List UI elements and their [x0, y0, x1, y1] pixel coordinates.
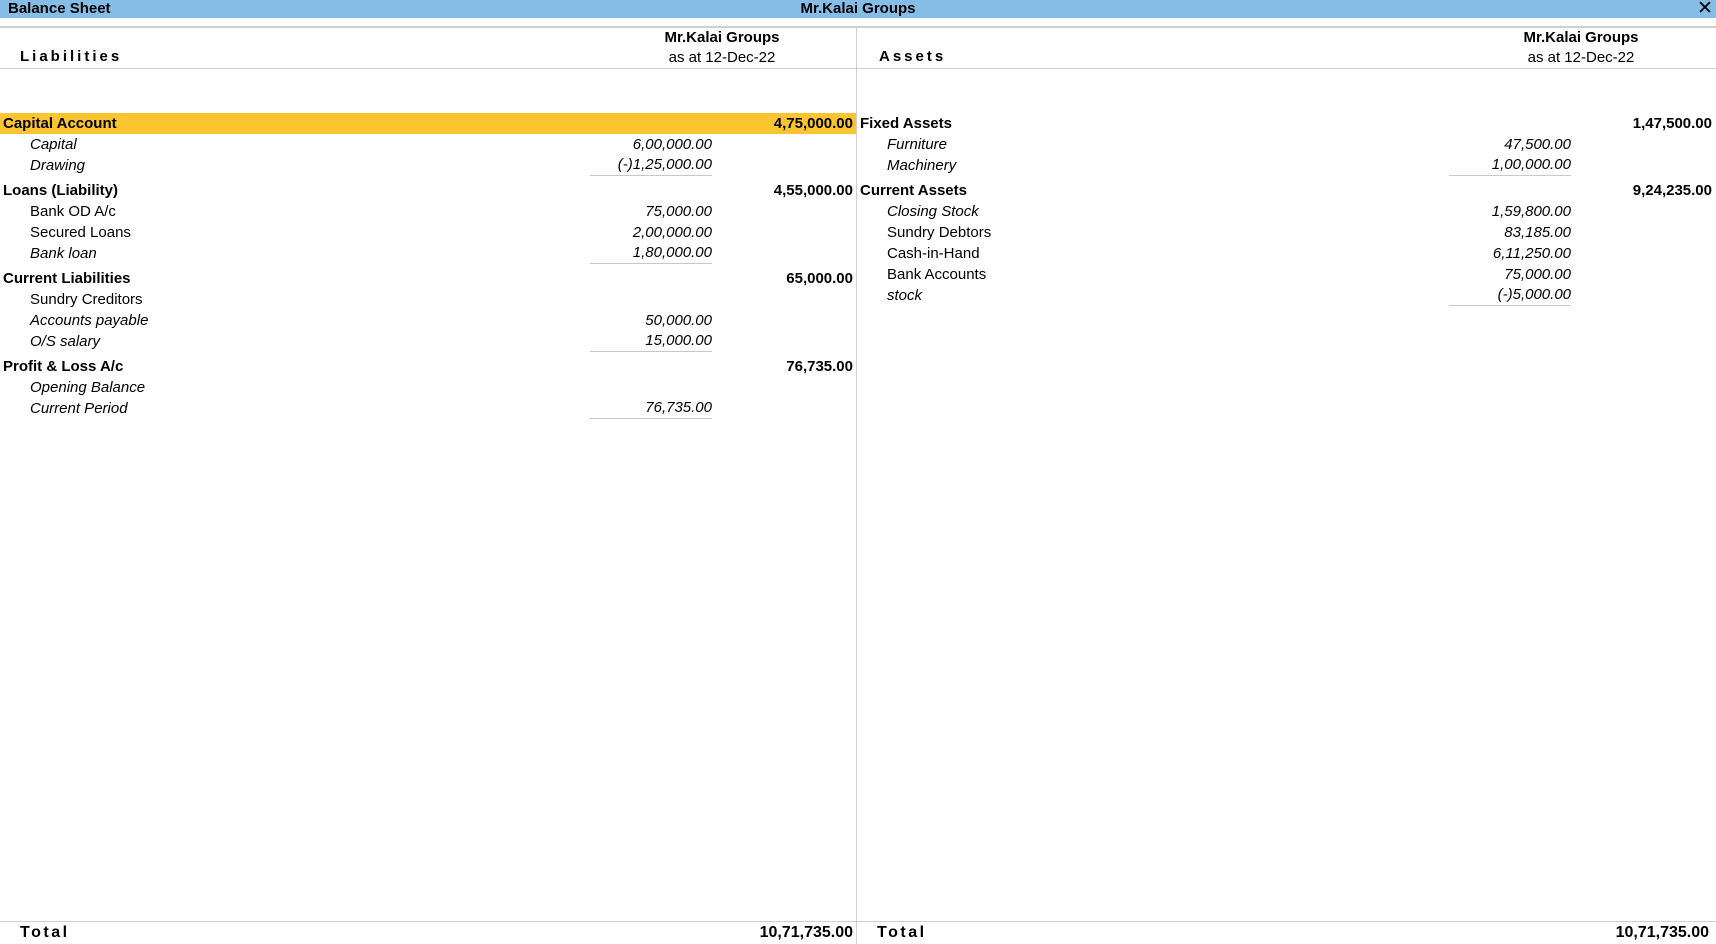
ledger-amount: 6,00,000.00: [632, 136, 712, 153]
ledger-amount: 1,00,000.00: [1449, 155, 1571, 176]
close-icon[interactable]: ✕: [1696, 0, 1714, 18]
ledger-label: Sundry Creditors: [30, 291, 143, 308]
ledger-row[interactable]: Drawing (-)1,25,000.00: [0, 155, 856, 176]
group-label: Profit & Loss A/c: [3, 358, 124, 375]
ledger-label: Bank loan: [30, 245, 97, 262]
ledger-label: Capital: [30, 136, 77, 153]
ledger-label: O/S salary: [30, 333, 101, 350]
ledger-row[interactable]: stock (-)5,000.00: [857, 285, 1716, 306]
ledger-amount: 6,11,250.00: [1492, 245, 1571, 262]
ledger-amount: 76,735.00: [590, 398, 712, 419]
group-row[interactable]: Current Assets 9,24,235.00: [857, 180, 1716, 201]
period-label: as at 12-Dec-22: [1527, 49, 1635, 66]
group-amount: 76,735.00: [786, 358, 853, 375]
ledger-amount: 1,59,800.00: [1491, 203, 1571, 220]
ledger-row[interactable]: Bank OD A/c 75,000.00: [0, 201, 856, 222]
title-bar: Balance Sheet Mr.Kalai Groups ✕: [0, 0, 1716, 18]
group-amount: 4,75,000.00: [773, 115, 853, 132]
ledger-label: Opening Balance: [30, 379, 146, 396]
ledger-row[interactable]: Bank Accounts 75,000.00: [857, 264, 1716, 285]
liabilities-total-row: Total 10,71,735.00: [0, 923, 856, 943]
ledger-amount: 1,80,000.00: [590, 243, 712, 264]
ledger-row[interactable]: Cash-in-Hand 6,11,250.00: [857, 243, 1716, 264]
ledger-row[interactable]: O/S salary 15,000.00: [0, 331, 856, 352]
group-amount: 9,24,235.00: [1632, 182, 1712, 199]
ledger-amount: (-)5,000.00: [1449, 285, 1571, 306]
assets-heading: Assets: [879, 48, 947, 65]
header-divider: [0, 68, 1716, 69]
ledger-row[interactable]: Current Period 76,735.00: [0, 398, 856, 419]
assets-total-row: Total 10,71,735.00: [857, 923, 1712, 943]
group-row[interactable]: Profit & Loss A/c 76,735.00: [0, 356, 856, 377]
ledger-amount: 50,000.00: [645, 312, 712, 329]
ledger-label: Bank Accounts: [887, 266, 987, 283]
ledger-label: Closing Stock: [887, 203, 979, 220]
group-label: Capital Account: [3, 115, 117, 132]
total-amount: 10,71,735.00: [1615, 924, 1709, 941]
ledger-row[interactable]: Accounts payable 50,000.00: [0, 310, 856, 331]
ledger-row[interactable]: Opening Balance: [0, 377, 856, 398]
ledger-amount: 47,500.00: [1504, 136, 1571, 153]
ledger-label: Cash-in-Hand: [887, 245, 980, 262]
company-name: Mr.Kalai Groups: [1523, 29, 1639, 46]
ledger-label: stock: [887, 287, 923, 304]
ledger-label: Machinery: [887, 157, 957, 174]
liabilities-heading: Liabilities: [20, 48, 123, 65]
ledger-amount: 83,185.00: [1504, 224, 1571, 241]
group-amount: 4,55,000.00: [773, 182, 853, 199]
company-title: Mr.Kalai Groups: [800, 0, 916, 17]
ledger-label: Furniture: [887, 136, 948, 153]
group-label: Loans (Liability): [3, 182, 119, 199]
ledger-amount: 75,000.00: [1504, 266, 1571, 283]
group-row[interactable]: Loans (Liability) 4,55,000.00: [0, 180, 856, 201]
group-label: Current Assets: [860, 182, 967, 199]
ledger-amount: (-)1,25,000.00: [590, 155, 712, 176]
total-divider: [0, 921, 1716, 922]
top-divider: [0, 26, 1716, 28]
ledger-amount: 2,00,000.00: [632, 224, 712, 241]
ledger-amount: 75,000.00: [645, 203, 712, 220]
ledger-label: Drawing: [30, 157, 86, 174]
ledger-row[interactable]: Closing Stock 1,59,800.00: [857, 201, 1716, 222]
ledger-row[interactable]: Sundry Creditors: [0, 289, 856, 310]
total-amount: 10,71,735.00: [759, 924, 853, 941]
group-row[interactable]: Current Liabilities 65,000.00: [0, 268, 856, 289]
ledger-row[interactable]: Secured Loans 2,00,000.00: [0, 222, 856, 243]
ledger-row[interactable]: Capital 6,00,000.00: [0, 134, 856, 155]
ledger-label: Secured Loans: [30, 224, 131, 241]
company-name: Mr.Kalai Groups: [664, 29, 780, 46]
ledger-label: Accounts payable: [30, 312, 149, 329]
total-label: Total: [20, 924, 70, 941]
ledger-row[interactable]: Machinery 1,00,000.00: [857, 155, 1716, 176]
ledger-row[interactable]: Furniture 47,500.00: [857, 134, 1716, 155]
ledger-row[interactable]: Bank loan 1,80,000.00: [0, 243, 856, 264]
group-amount: 1,47,500.00: [1632, 115, 1712, 132]
ledger-label: Bank OD A/c: [30, 203, 116, 220]
liabilities-list: Capital Account 4,75,000.00 Capital 6,00,00…: [0, 113, 856, 419]
group-row[interactable]: Capital Account 4,75,000.00: [0, 113, 856, 134]
liabilities-company-header: Mr.Kalai Groups as at 12-Dec-22: [622, 28, 822, 68]
ledger-label: Sundry Debtors: [887, 224, 992, 241]
group-label: Current Liabilities: [3, 270, 131, 287]
ledger-amount: 15,000.00: [590, 331, 712, 352]
period-label: as at 12-Dec-22: [668, 49, 776, 66]
ledger-label: Current Period: [30, 400, 128, 417]
assets-list: Fixed Assets 1,47,500.00 Furniture 47,500.0…: [857, 113, 1716, 306]
total-label: Total: [877, 924, 927, 941]
ledger-row[interactable]: Sundry Debtors 83,185.00: [857, 222, 1716, 243]
group-label: Fixed Assets: [860, 115, 952, 132]
assets-company-header: Mr.Kalai Groups as at 12-Dec-22: [1481, 28, 1681, 68]
group-amount: 65,000.00: [786, 270, 853, 287]
group-row[interactable]: Fixed Assets 1,47,500.00: [857, 113, 1716, 134]
